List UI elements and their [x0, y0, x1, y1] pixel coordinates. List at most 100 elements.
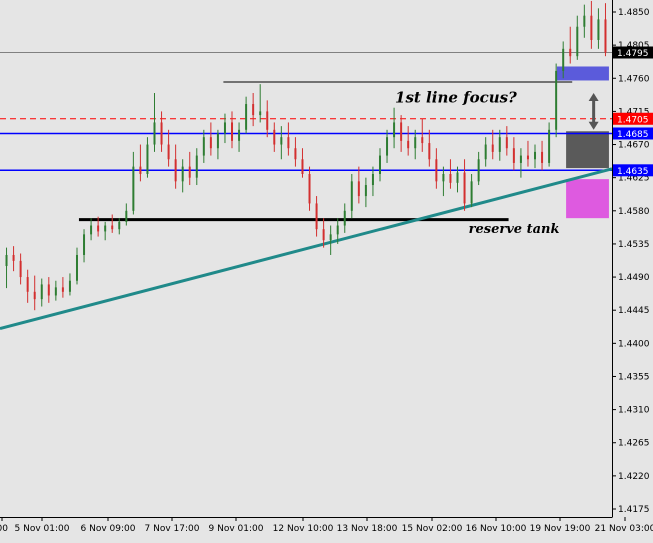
candle-body-74 — [526, 155, 529, 160]
y-tick-label-10: 1.4400 — [618, 339, 650, 349]
candle-body-82 — [583, 15, 586, 27]
candle-body-27 — [195, 155, 198, 178]
candle-body-26 — [188, 166, 191, 178]
candle-body-15 — [111, 225, 114, 230]
plot-area-background — [0, 0, 653, 539]
candle-body-13 — [97, 225, 100, 232]
candle-body-48 — [343, 210, 346, 226]
y-tick-label-2: 1.4760 — [618, 74, 650, 84]
candle-body-10 — [75, 254, 78, 281]
price-label-text-3: 1.4635 — [617, 167, 649, 177]
y-tick-label-8: 1.4490 — [618, 273, 650, 283]
candle-body-57 — [407, 140, 410, 149]
candle-body-7 — [54, 287, 57, 296]
y-axis: 1.48501.48051.47601.47151.46701.46251.45… — [612, 0, 653, 539]
candle-body-1 — [12, 254, 15, 261]
candle-body-62 — [442, 173, 445, 182]
candle-body-6 — [47, 284, 50, 296]
candle-body-61 — [435, 159, 438, 182]
price-label-text-2: 1.4685 — [617, 130, 649, 140]
candle-body-28 — [202, 137, 205, 156]
candle-body-80 — [569, 48, 572, 57]
candle-body-23 — [167, 144, 170, 160]
candle-body-20 — [146, 144, 149, 174]
candle-body-64 — [456, 172, 459, 183]
y-tick-label-12: 1.4310 — [618, 406, 650, 416]
candle-body-41 — [294, 148, 297, 160]
y-tick-label-9: 1.4445 — [618, 306, 650, 316]
price-label-0: 1.4795 — [613, 46, 653, 59]
y-tick-label-4: 1.4670 — [618, 141, 650, 151]
zone-rect-2 — [566, 179, 609, 219]
candle-78 — [555, 63, 558, 138]
candle-body-36 — [259, 111, 262, 116]
candle-body-45 — [322, 229, 325, 241]
candle-body-71 — [505, 137, 508, 149]
candle-body-83 — [590, 15, 593, 40]
candle-body-85 — [604, 19, 607, 53]
candle-body-37 — [266, 111, 269, 130]
zone-rect-1 — [566, 131, 609, 169]
y-tick-label-7: 1.4535 — [618, 240, 650, 250]
candle-body-44 — [315, 203, 318, 230]
x-tick-label-7: 15 Nov 02:00 — [402, 524, 463, 534]
x-tick-label-4: 9 Nov 01:00 — [209, 524, 264, 534]
x-tick-label-5: 12 Nov 10:00 — [273, 524, 334, 534]
x-tick-label-8: 16 Nov 10:00 — [466, 524, 527, 534]
candle-body-12 — [90, 225, 93, 235]
candle-body-33 — [238, 129, 241, 141]
y-tick-label-11: 1.4355 — [618, 372, 650, 382]
y-tick-label-15: 1.4175 — [618, 505, 650, 515]
candle-body-78 — [555, 70, 558, 130]
candle-body-51 — [364, 185, 367, 197]
candle-body-72 — [512, 148, 515, 163]
candle-body-54 — [386, 137, 389, 156]
candle-body-14 — [104, 225, 107, 232]
candle-body-8 — [61, 287, 64, 292]
x-tick-label-6: 13 Nov 18:00 — [337, 524, 398, 534]
price-label-2: 1.4685 — [613, 127, 653, 140]
candle-body-73 — [519, 155, 522, 163]
candle-body-3 — [26, 277, 29, 292]
candle-body-46 — [329, 234, 332, 241]
candle-body-29 — [209, 137, 212, 149]
price-chart: 1st line focus? reserve tank 1.4850 1.4805… — [0, 0, 653, 539]
candle-body-5 — [40, 284, 43, 300]
candle-body-11 — [83, 234, 86, 255]
price-label-text-0: 1.4795 — [617, 49, 649, 59]
candle-body-55 — [393, 122, 396, 138]
candle-body-63 — [449, 173, 452, 183]
chart-svg: 1st line focus? reserve tank 1.48501.4805… — [0, 0, 653, 539]
candle-body-79 — [562, 48, 565, 71]
candle-body-22 — [160, 122, 163, 145]
candle-body-18 — [132, 166, 135, 211]
candle-body-77 — [548, 129, 551, 163]
candle-body-58 — [414, 137, 417, 149]
y-tick-label-14: 1.4220 — [618, 472, 650, 482]
x-tick-label-1: 5 Nov 01:00 — [15, 524, 70, 534]
candle-body-69 — [491, 144, 494, 152]
y-tick-label-6: 1.4580 — [618, 207, 650, 217]
candle-body-81 — [576, 26, 579, 57]
price-label-3: 1.4635 — [613, 164, 653, 177]
candle-body-32 — [231, 122, 234, 141]
price-label-1: 1.4705 — [613, 112, 653, 125]
candle-body-38 — [273, 129, 276, 145]
candle-body-53 — [378, 155, 381, 174]
candle-body-4 — [33, 291, 36, 300]
candle-body-25 — [181, 166, 184, 182]
candle-body-42 — [301, 159, 304, 174]
x-tick-label-3: 7 Nov 17:00 — [145, 524, 200, 534]
candle-body-30 — [216, 133, 219, 149]
candle-body-17 — [125, 210, 128, 222]
candle-body-65 — [463, 172, 466, 204]
price-label-text-1: 1.4705 — [617, 115, 649, 125]
candle-body-31 — [223, 122, 226, 134]
annotation-1: reserve tank — [469, 222, 560, 237]
candle-body-76 — [541, 151, 544, 163]
candle-body-70 — [498, 137, 501, 152]
candle-body-39 — [280, 137, 283, 145]
annotation-0: 1st line focus? — [395, 89, 517, 107]
x-tick-label-2: 6 Nov 09:00 — [81, 524, 136, 534]
x-axis: 00 5 Nov 01:00 6 Nov 09:00 7 Nov 17:00 9 Nov… — [0, 517, 653, 539]
